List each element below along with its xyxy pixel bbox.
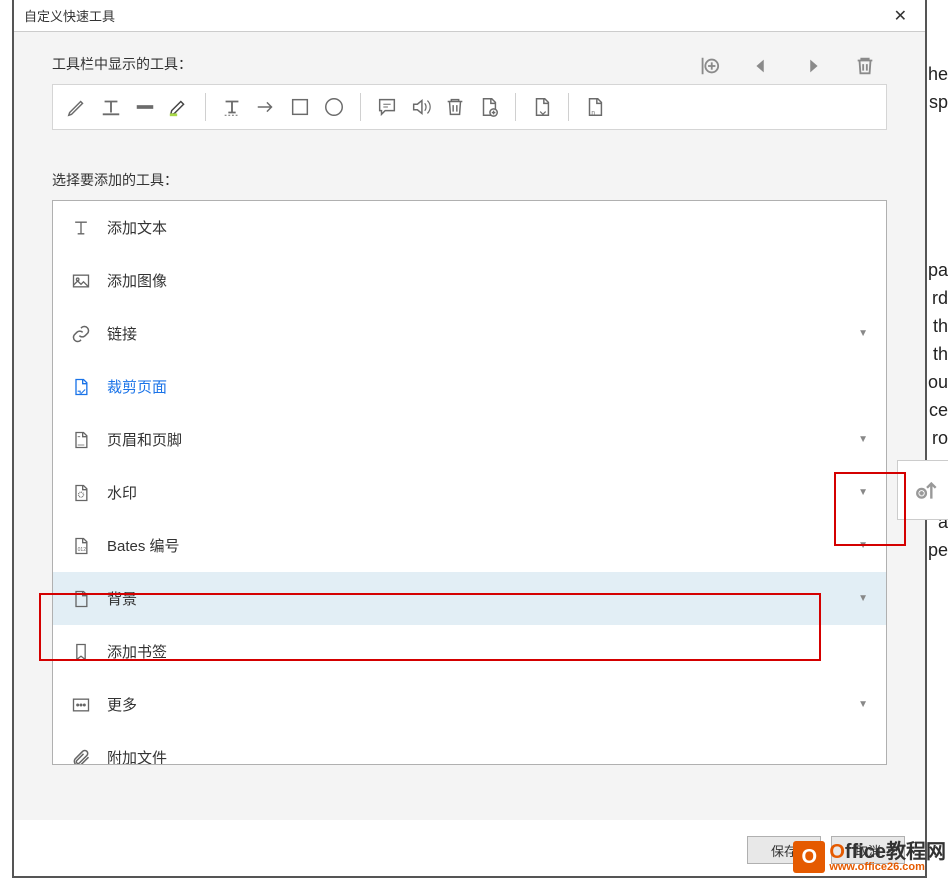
tool-item-add-text[interactable]: 添加文本 (53, 201, 886, 254)
page-down-icon[interactable] (528, 93, 556, 121)
tool-label: 链接 (107, 323, 842, 344)
tool-item-crop-page[interactable]: 裁剪页面 (53, 360, 886, 413)
tool-item-attach-file[interactable]: 附加文件 (53, 731, 886, 765)
tool-label: 附加文件 (107, 747, 868, 765)
arrow-right-icon[interactable] (252, 93, 280, 121)
watermark-icon: O (793, 841, 825, 873)
image-icon (71, 271, 91, 291)
tool-item-link[interactable]: 链接 ▼ (53, 307, 886, 360)
tool-label: 更多 (107, 694, 842, 715)
move-left-button[interactable] (749, 54, 773, 78)
bates-icon: 012 (71, 536, 91, 556)
separator-icon (515, 93, 516, 121)
tool-label: 裁剪页面 (107, 376, 868, 397)
svg-text:n: n (591, 109, 595, 116)
tool-label: 添加书签 (107, 641, 868, 662)
tool-item-background[interactable]: 背景 ▼ (53, 572, 886, 625)
text-mark-icon[interactable] (218, 93, 246, 121)
tool-item-watermark[interactable]: 水印 ▼ (53, 466, 886, 519)
tool-item-more[interactable]: 更多 ▼ (53, 678, 886, 731)
tool-item-header-footer[interactable]: 页眉和页脚 ▼ (53, 413, 886, 466)
page-count-icon[interactable]: n (581, 93, 609, 121)
tool-item-add-image[interactable]: 添加图像 (53, 254, 886, 307)
tool-label: Bates 编号 (107, 535, 842, 556)
text-icon (71, 218, 91, 238)
audio-comment-icon[interactable] (407, 93, 435, 121)
text-typewriter-icon[interactable] (97, 93, 125, 121)
separator-icon (360, 93, 361, 121)
tool-label: 添加图像 (107, 270, 868, 291)
delete-button[interactable] (853, 54, 877, 78)
link-icon (71, 324, 91, 344)
chevron-down-icon: ▼ (858, 540, 868, 551)
dialog-title: 自定义快速工具 (24, 6, 115, 25)
dialog: 自定义快速工具 ✕ 工具栏中显示的工具： (12, 0, 927, 878)
close-icon[interactable]: ✕ (886, 2, 915, 30)
add-separator-button[interactable] (697, 54, 721, 78)
tool-label: 添加文本 (107, 217, 868, 238)
toolbar-section-label: 工具栏中显示的工具： (52, 54, 697, 74)
tool-item-bates[interactable]: 012 Bates 编号 ▼ (53, 519, 886, 572)
comment-icon[interactable] (373, 93, 401, 121)
separator-icon (205, 93, 206, 121)
square-icon[interactable] (286, 93, 314, 121)
tool-list[interactable]: 添加文本 添加图像 链接 ▼ 裁剪页面 (52, 200, 887, 765)
more-icon (71, 695, 91, 715)
dialog-footer: 保存 取消 (14, 824, 925, 876)
chevron-down-icon: ▼ (858, 699, 868, 710)
strikethrough-icon[interactable] (131, 93, 159, 121)
watermark-icon (71, 483, 91, 503)
watermark-url: www.office26.com (829, 862, 946, 873)
tool-label: 背景 (107, 588, 842, 609)
tool-label: 水印 (107, 482, 842, 503)
tool-select-label: 选择要添加的工具： (52, 170, 887, 190)
add-to-toolbar-button[interactable] (897, 460, 948, 520)
highlighter-icon[interactable] (165, 93, 193, 121)
tool-label: 页眉和页脚 (107, 429, 842, 450)
chevron-down-icon: ▼ (858, 328, 868, 339)
crop-page-icon (71, 377, 91, 397)
move-right-button[interactable] (801, 54, 825, 78)
tool-item-add-bookmark[interactable]: 添加书签 (53, 625, 886, 678)
watermark-brand: Office教程网 (829, 842, 946, 862)
page-icon (71, 589, 91, 609)
attach-icon (71, 748, 91, 766)
titlebar: 自定义快速工具 ✕ (14, 0, 925, 32)
svg-text:012: 012 (78, 547, 87, 553)
separator-icon (568, 93, 569, 121)
pencil-icon[interactable] (63, 93, 91, 121)
trash-icon[interactable] (441, 93, 469, 121)
page-add-icon[interactable] (475, 93, 503, 121)
circle-icon[interactable] (320, 93, 348, 121)
site-watermark: O Office教程网 www.office26.com (793, 841, 946, 873)
chevron-down-icon: ▼ (858, 434, 868, 445)
page-icon (71, 430, 91, 450)
bookmark-icon (71, 642, 91, 662)
current-toolbar: n (52, 84, 887, 130)
chevron-down-icon: ▼ (858, 593, 868, 604)
dialog-body: 工具栏中显示的工具： (14, 32, 925, 820)
chevron-down-icon: ▼ (858, 487, 868, 498)
